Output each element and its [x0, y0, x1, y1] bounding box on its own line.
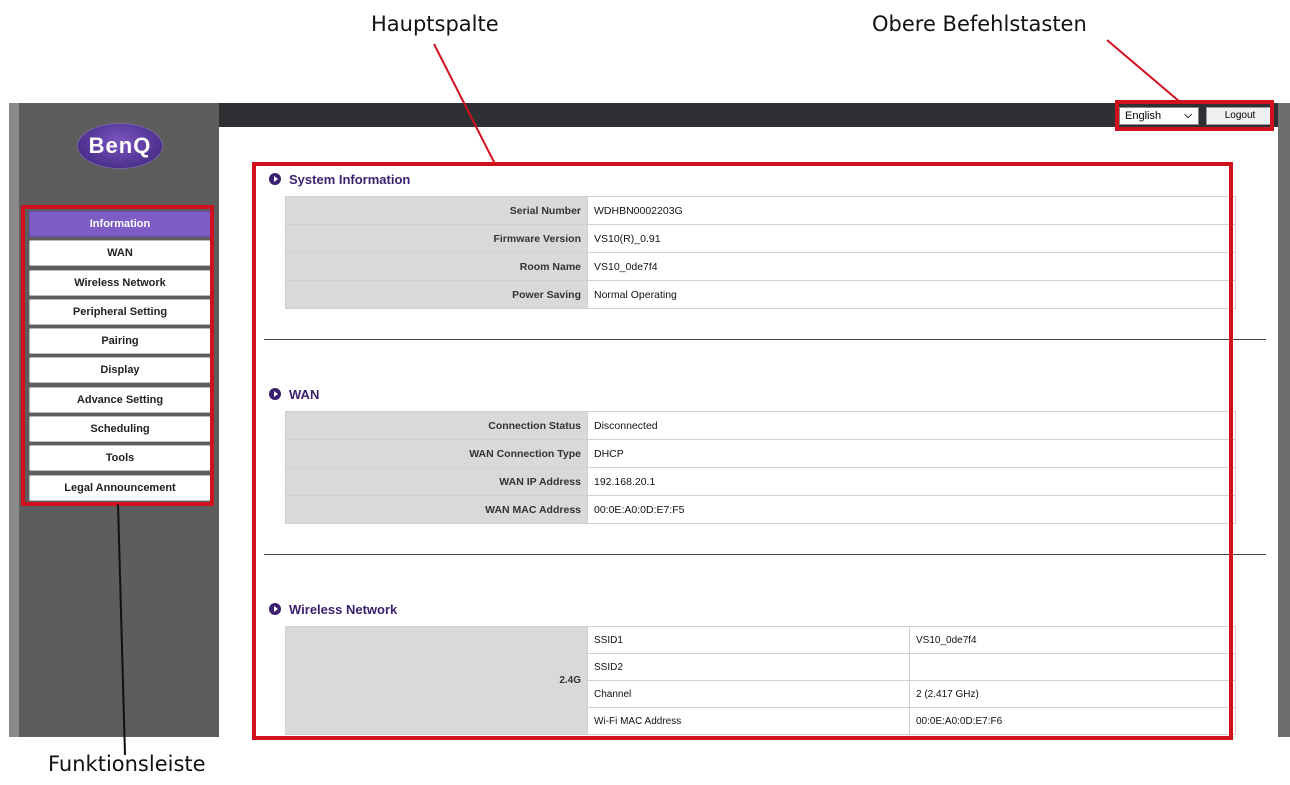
sidebar-item-tools[interactable]: Tools: [29, 445, 211, 472]
logout-button[interactable]: Logout: [1206, 107, 1274, 125]
sidebar-item-legal-announcement[interactable]: Legal Announcement: [29, 474, 211, 501]
sidebar-item-pairing[interactable]: Pairing: [29, 328, 211, 355]
language-select[interactable]: English ⌵: [1119, 107, 1199, 125]
section-bullet-icon: [269, 173, 281, 185]
callout-function-bar: Funktionsleiste: [48, 752, 206, 776]
section-system-information: System Information: [269, 172, 410, 187]
table-row: WAN IP Address 192.168.20.1: [285, 467, 1236, 496]
table-row: Connection Status Disconnected: [285, 411, 1236, 440]
benq-logo: BenQ: [77, 123, 163, 169]
callout-top-buttons: Obere Befehlstasten: [872, 12, 1087, 36]
language-value: English: [1125, 110, 1162, 122]
divider: [264, 554, 1266, 555]
band-label: 2.4G: [285, 626, 588, 735]
sidebar-item-information[interactable]: Information: [29, 211, 211, 237]
sidebar-item-display[interactable]: Display: [29, 357, 211, 384]
sidebar-item-wireless-network[interactable]: Wireless Network: [29, 269, 211, 296]
system-info-table: Serial Number WDHBN0002203G Firmware Vers…: [285, 196, 1236, 309]
chevron-down-icon: ⌵: [1184, 110, 1192, 121]
section-bullet-icon: [269, 603, 281, 615]
table-row: 2.4G SSID1 VS10_0de7f4: [285, 626, 1236, 735]
table-row: Firmware Version VS10(R)_0.91: [285, 224, 1236, 253]
wan-table: Connection Status Disconnected WAN Connec…: [285, 411, 1236, 524]
table-row: Power Saving Normal Operating: [285, 280, 1236, 309]
app-window: BenQ Information WAN Wireless Network Pe…: [9, 103, 1290, 737]
leader-line: [1106, 39, 1181, 103]
sidebar-item-advance-setting[interactable]: Advance Setting: [29, 386, 211, 413]
callout-main-column: Hauptspalte: [371, 12, 499, 36]
table-row: WAN Connection Type DHCP: [285, 439, 1236, 468]
divider: [264, 339, 1266, 340]
sidebar-item-wan[interactable]: WAN: [29, 240, 211, 267]
section-wireless-network: Wireless Network: [269, 602, 397, 617]
function-bar: Information WAN Wireless Network Periphe…: [29, 211, 211, 504]
section-bullet-icon: [269, 388, 281, 400]
wireless-table: 2.4G SSID1 VS10_0de7f4 SSID2 Channel 2 (2…: [285, 626, 1236, 735]
sidebar-item-peripheral-setting[interactable]: Peripheral Setting: [29, 298, 211, 325]
table-row: Serial Number WDHBN0002203G: [285, 196, 1236, 225]
sidebar-item-scheduling[interactable]: Scheduling: [29, 416, 211, 443]
section-wan: WAN: [269, 387, 319, 402]
scrollbar-track[interactable]: [1278, 103, 1290, 737]
table-row: Room Name VS10_0de7f4: [285, 252, 1236, 281]
left-edge: [9, 103, 19, 737]
table-row: WAN MAC Address 00:0E:A0:0D:E7:F5: [285, 495, 1236, 524]
main-column: System Information Serial Number WDHBN000…: [219, 127, 1278, 737]
